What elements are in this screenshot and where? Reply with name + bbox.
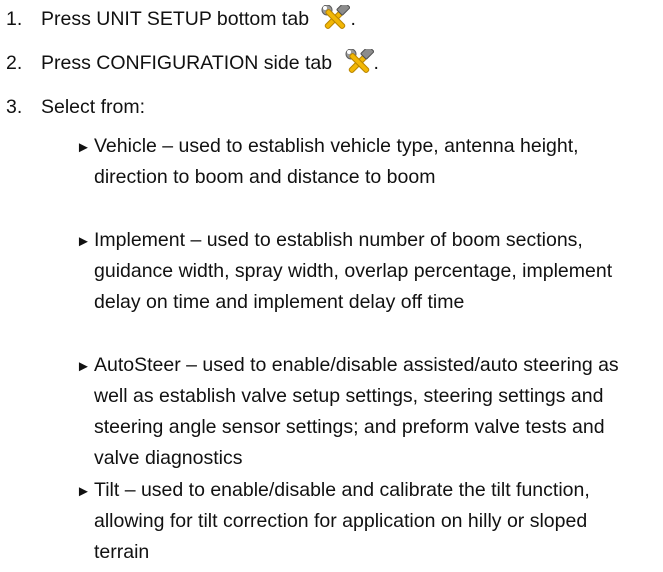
bullet-arrow-icon: ► [76,139,91,156]
option-line: Tilt – used to enable/disable and calibr… [94,479,590,501]
option-line: AutoSteer – used to enable/disable assis… [94,354,619,376]
option-line: allowing for tilt correction for applica… [94,510,588,532]
option-line: Vehicle – used to establish vehicle type… [94,135,579,157]
option-tilt: ► Tilt – used to enable/disable and calib… [76,475,658,568]
step-text: Press CONFIGURATION side tab [41,52,333,74]
option-line: valve diagnostics [94,447,243,469]
step-number: 2. [6,52,23,74]
tools-icon [321,5,351,29]
option-vehicle: ► Vehicle – used to establish vehicle typ… [76,131,658,193]
option-line: well as establish valve setup settings, … [94,385,604,407]
option-line: delay on time and implement delay off ti… [94,291,465,313]
option-line: terrain [94,541,150,563]
option-line: steering angle sensor settings; and pref… [94,416,605,438]
option-implement: ► Implement – used to establish number of… [76,225,658,318]
step-trailing: . [350,8,356,30]
step-trailing: . [373,52,379,74]
tools-icon [345,49,374,73]
instructions-document: 1. Press UNIT SETUP bottom tab . 2. Pres… [0,0,663,572]
step-number: 1. [6,8,23,30]
bullet-arrow-icon: ► [76,358,91,375]
option-line: guidance width, spray width, overlap per… [94,260,613,282]
step-text: Press UNIT SETUP bottom tab [41,8,310,30]
bullet-arrow-icon: ► [76,483,91,500]
option-autosteer: ► AutoSteer – used to enable/disable assi… [76,350,658,474]
bullet-arrow-icon: ► [76,233,91,250]
step-text: Select from: [41,96,146,118]
option-line: direction to boom and distance to boom [94,166,436,188]
step-number: 3. [6,96,23,118]
option-line: Implement – used to establish number of … [94,229,583,251]
